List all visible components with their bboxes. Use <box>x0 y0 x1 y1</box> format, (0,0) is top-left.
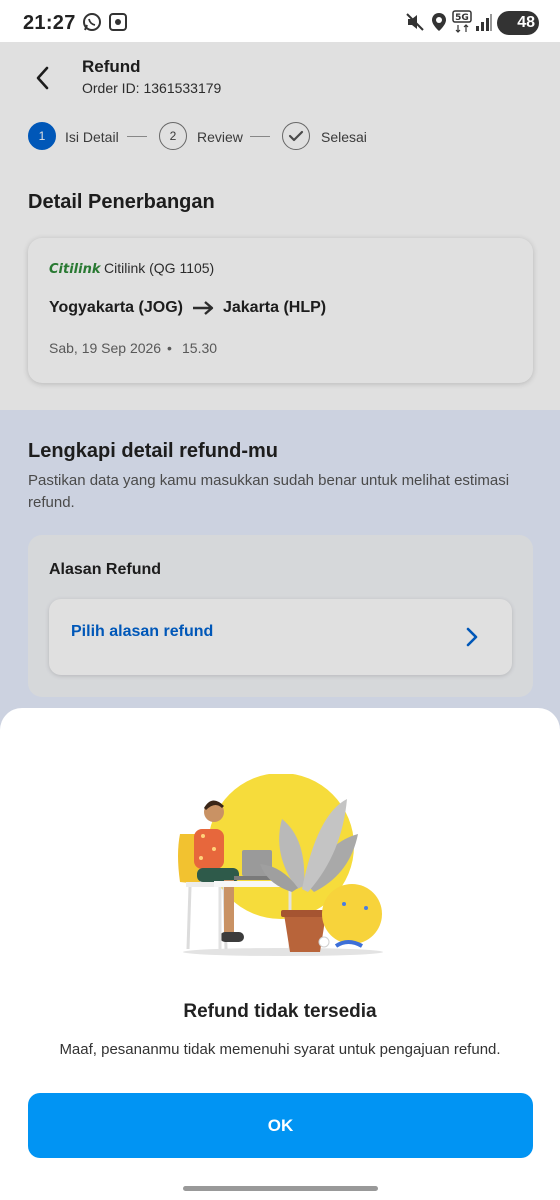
dialog-message: Maaf, pesananmu tidak memenuhi syarat un… <box>59 1041 501 1058</box>
battery-icon: 48 <box>497 11 539 35</box>
home-indicator[interactable] <box>183 1186 378 1191</box>
screenshot-icon <box>108 12 128 37</box>
status-time: 21:27 <box>23 12 76 34</box>
location-icon <box>431 12 447 37</box>
whatsapp-icon <box>82 12 102 37</box>
refund-unavailable-sheet: Refund tidak tersedia Maaf, pesananmu ti… <box>0 708 560 1200</box>
5g-icon: 5G <box>452 10 472 39</box>
ok-button[interactable]: OK <box>28 1093 533 1158</box>
signal-icon <box>475 12 493 37</box>
refund-illustration <box>172 773 394 959</box>
dialog-title: Refund tidak tersedia <box>183 1001 377 1022</box>
status-bar: 21:27 5G 48 <box>0 0 560 42</box>
svg-text:5G: 5G <box>455 13 469 23</box>
mute-icon <box>405 12 425 37</box>
